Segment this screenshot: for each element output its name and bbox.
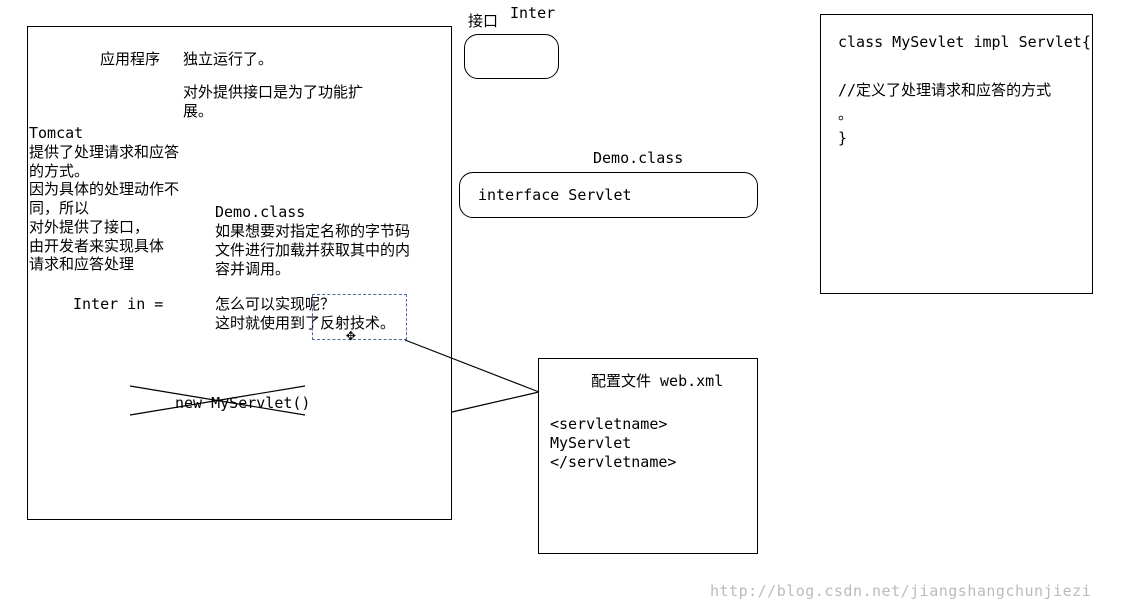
- app-line1: 独立运行了。: [183, 50, 273, 69]
- config-body: <servletname> MyServlet </servletname>: [550, 415, 676, 471]
- move-cursor-icon: ✥: [346, 325, 356, 345]
- small-top-box: [464, 34, 559, 79]
- inter-in: Inter in =: [73, 295, 163, 314]
- watermark: http://blog.csdn.net/jiangshangchunjiezi: [710, 582, 1091, 600]
- app-title: 应用程序: [100, 50, 160, 69]
- demo-mid-label: Demo.class: [593, 149, 683, 168]
- new-servlet-text: new MyServlet(): [175, 394, 310, 413]
- label-interface: 接口: [468, 12, 498, 31]
- tomcat-text: Tomcat 提供了处理请求和应答 的方式。 因为具体的处理动作不 同，所以 对…: [29, 124, 179, 274]
- class-code-text: class MySevlet impl Servlet{ //定义了处理请求和应…: [838, 30, 1091, 150]
- label-inter: Inter: [510, 4, 555, 23]
- demo-explain: 如果想要对指定名称的字节码 文件进行加载并获取其中的内 容并调用。: [215, 222, 410, 278]
- interface-servlet-text: interface Servlet: [478, 186, 632, 205]
- app-line2: 对外提供接口是为了功能扩 展。: [183, 83, 363, 121]
- selection-box: [312, 294, 407, 340]
- config-title: 配置文件 web.xml: [591, 372, 723, 391]
- demo-left-label: Demo.class: [215, 203, 305, 222]
